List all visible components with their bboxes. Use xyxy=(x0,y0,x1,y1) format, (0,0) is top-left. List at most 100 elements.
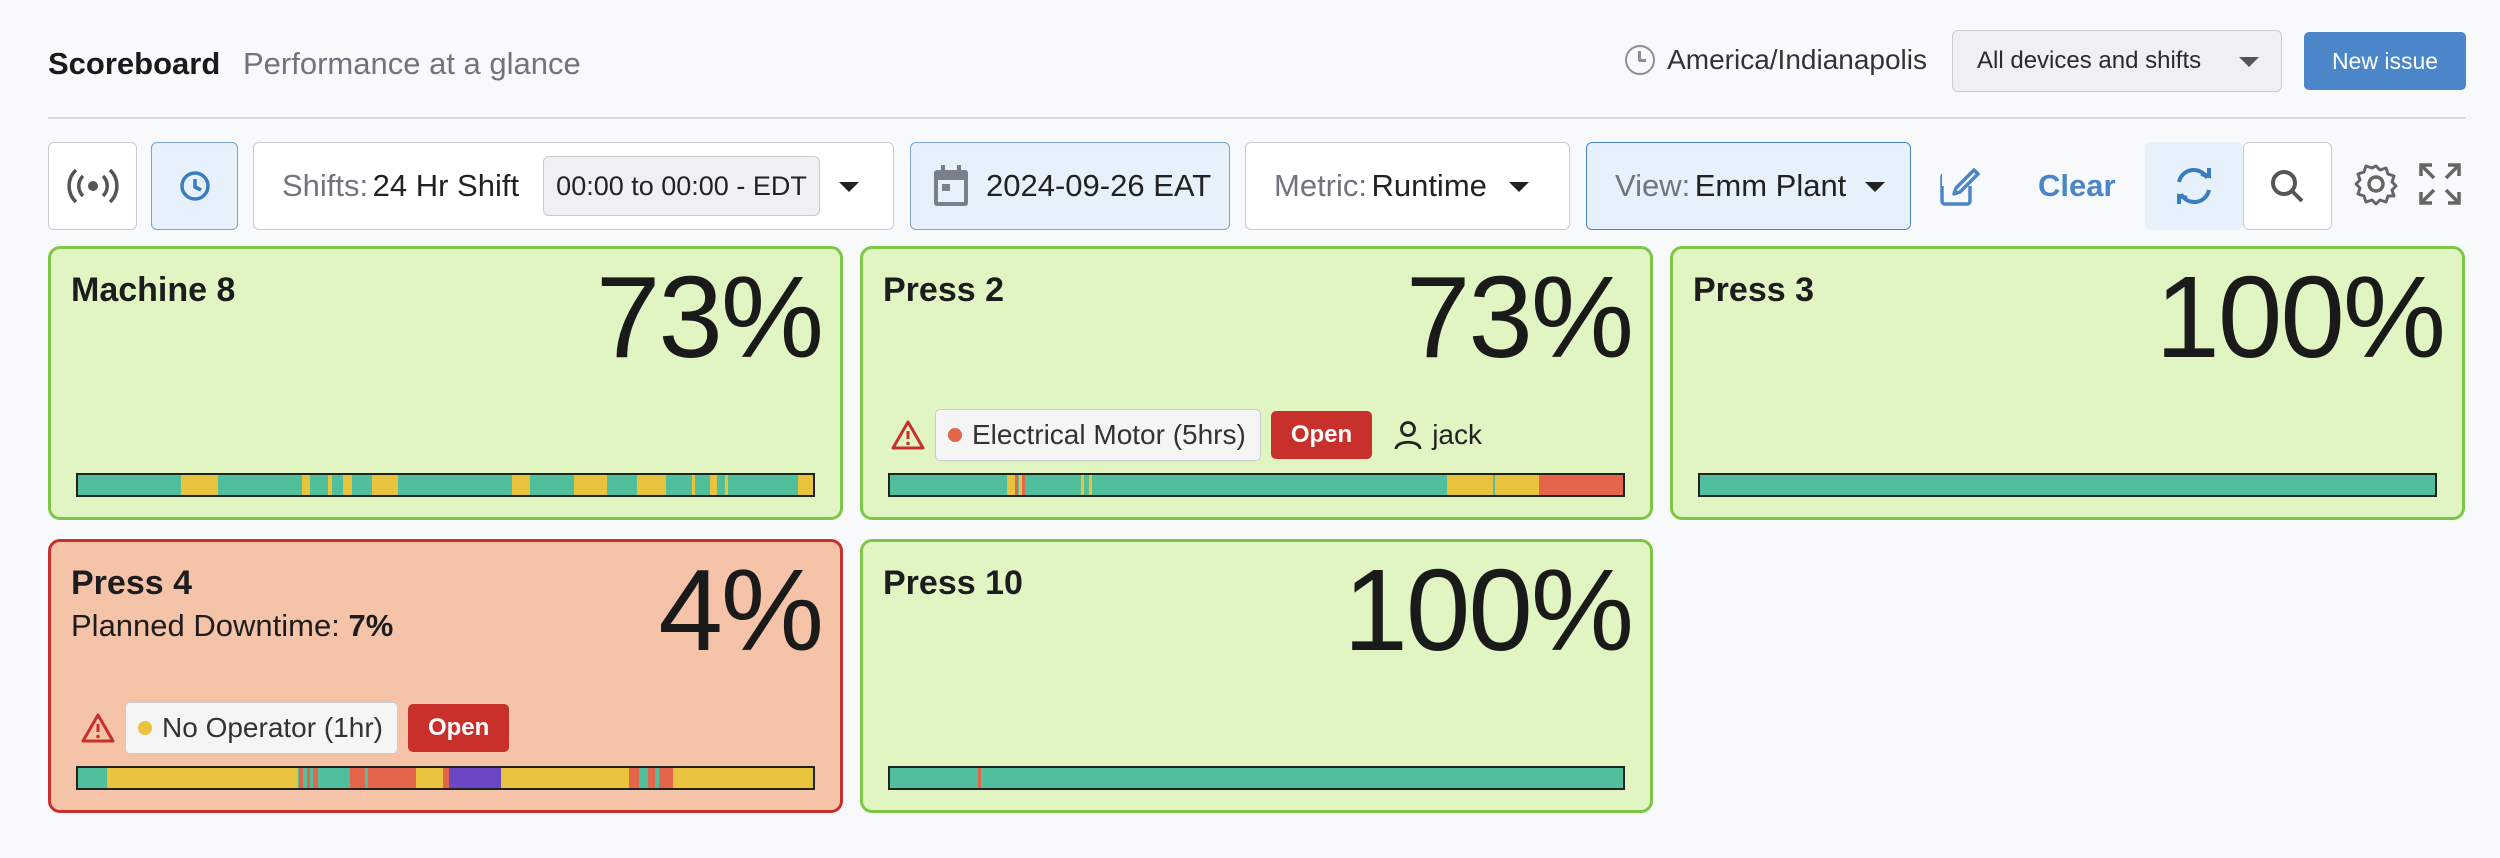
issue-status-dot xyxy=(138,721,152,735)
metric-label: Metric: xyxy=(1274,168,1367,203)
chevron-down-icon xyxy=(1865,182,1885,192)
device-filter-select[interactable]: All devices and shifts xyxy=(1952,30,2282,92)
metric-selector[interactable]: Metric: Runtime xyxy=(1245,142,1570,230)
timeline-segment-idle xyxy=(302,475,310,495)
issue-status-dot xyxy=(948,428,962,442)
timeline-segment-idle xyxy=(500,768,630,788)
warning-icon xyxy=(891,420,925,450)
new-issue-button[interactable]: New issue xyxy=(2304,32,2466,90)
timezone-display[interactable]: America/Indianapolis xyxy=(1625,44,1927,76)
planned-downtime: Planned Downtime: 7% xyxy=(71,608,393,644)
broadcast-button[interactable] xyxy=(48,142,137,230)
timeline-segment-idle xyxy=(798,475,813,495)
refresh-button[interactable] xyxy=(2145,142,2243,230)
machine-card[interactable]: Press 3 100% xyxy=(1670,246,2465,520)
planned-downtime-value: 7% xyxy=(348,608,394,643)
user-icon xyxy=(1394,421,1422,450)
history-toggle-button[interactable] xyxy=(151,142,238,230)
runtime-timeline xyxy=(76,473,815,497)
issue-assignee: jack xyxy=(1394,419,1482,451)
issue-text: No Operator (1hr) xyxy=(162,712,383,743)
broadcast-icon xyxy=(67,168,119,204)
timeline-segment-idle xyxy=(636,475,666,495)
shift-time-range[interactable]: 00:00 to 00:00 - EDT xyxy=(543,156,820,216)
date-value: 2024-09-26 xyxy=(986,168,1145,203)
timeline-segment-idle xyxy=(724,475,729,495)
timeline-segment-planned xyxy=(449,768,501,788)
timeline-segment-idle xyxy=(1494,475,1539,495)
clear-button[interactable]: Clear xyxy=(2038,142,2116,230)
timeline-segment-down xyxy=(1538,475,1623,495)
shifts-value: 24 Hr Shift xyxy=(372,168,520,203)
chevron-down-icon xyxy=(1509,182,1529,192)
runtime-value: 4% xyxy=(658,545,824,675)
warning-icon xyxy=(81,713,115,743)
timeline-segment-idle xyxy=(416,768,444,788)
runtime-timeline xyxy=(76,766,815,790)
machine-card[interactable]: Press 4 Planned Downtime: 7% 4% No Opera… xyxy=(48,539,843,813)
machine-name: Press 3 xyxy=(1693,271,1814,309)
date-timezone: EAT xyxy=(1153,168,1212,203)
calendar-icon xyxy=(934,165,968,206)
gear-icon[interactable] xyxy=(2354,162,2398,206)
timeline-segment-down xyxy=(1021,475,1025,495)
chevron-down-icon xyxy=(2239,57,2259,67)
machine-card[interactable]: Machine 8 73% xyxy=(48,246,843,520)
device-filter-value: All devices and shifts xyxy=(1977,47,2202,74)
runtime-timeline xyxy=(1698,473,2437,497)
issue-status-badge: Open xyxy=(1270,411,1373,459)
runtime-value: 73% xyxy=(595,252,824,382)
runtime-value: 100% xyxy=(2155,252,2446,382)
machine-name: Press 4 xyxy=(71,564,192,602)
edit-icon[interactable] xyxy=(1938,166,1980,208)
timeline-segment-down xyxy=(313,768,318,788)
issue-pill[interactable]: Electrical Motor (5hrs) xyxy=(935,409,1261,461)
view-selector[interactable]: View: Emm Plant xyxy=(1586,142,1911,230)
clock-icon xyxy=(180,171,210,201)
machine-card[interactable]: Press 10 100% xyxy=(860,539,1653,813)
timeline-segment-down xyxy=(386,768,417,788)
search-button[interactable] xyxy=(2243,142,2332,230)
timeline-segment-idle xyxy=(107,768,299,788)
timeline-segment-down xyxy=(629,768,639,788)
timeline-segment-down xyxy=(307,768,311,788)
timeline-segment-down xyxy=(368,768,387,788)
issue-text: Electrical Motor (5hrs) xyxy=(972,419,1246,450)
timeline-segment-idle xyxy=(1491,475,1493,495)
timeline-segment-idle xyxy=(710,475,718,495)
page-subtitle: Performance at a glance xyxy=(243,46,581,81)
issue-row[interactable]: No Operator (1hr) Open xyxy=(81,702,510,754)
search-icon xyxy=(2271,170,2304,203)
timeline-segment-down xyxy=(298,768,303,788)
timeline-segment-down xyxy=(349,768,365,788)
runtime-value: 73% xyxy=(1405,252,1634,382)
timeline-segment-idle xyxy=(1007,475,1015,495)
shift-selector[interactable]: Shifts: 24 Hr Shift 00:00 to 00:00 - EDT xyxy=(253,142,894,230)
timeline-segment-idle xyxy=(1089,475,1093,495)
machine-name: Press 10 xyxy=(883,564,1023,602)
fullscreen-icon[interactable] xyxy=(2418,162,2462,206)
issue-row[interactable]: Electrical Motor (5hrs) Open jack xyxy=(891,409,1482,461)
timeline-segment-idle xyxy=(1080,475,1085,495)
page-header: Scoreboard Performance at a glance Ameri… xyxy=(48,30,2466,92)
shifts-label: Shifts: xyxy=(282,168,369,203)
timezone-label: America/Indianapolis xyxy=(1667,44,1927,75)
chevron-down-icon xyxy=(839,182,859,192)
header-divider xyxy=(48,117,2466,119)
machine-name: Press 2 xyxy=(883,271,1004,309)
timeline-segment-idle xyxy=(574,475,608,495)
timeline-segment-idle xyxy=(372,475,398,495)
view-value: Emm Plant xyxy=(1694,168,1847,203)
timeline-segment-down xyxy=(647,768,655,788)
issue-pill[interactable]: No Operator (1hr) xyxy=(125,702,398,754)
metric-value: Runtime xyxy=(1371,168,1487,203)
timeline-segment-idle xyxy=(691,475,696,495)
date-picker[interactable]: 2024-09-26 EAT xyxy=(910,142,1230,230)
refresh-icon xyxy=(2177,167,2211,205)
timeline-segment-idle xyxy=(342,475,353,495)
page-title: Scoreboard xyxy=(48,46,221,81)
assignee-name: jack xyxy=(1432,419,1482,450)
machine-card[interactable]: Press 2 73% Electrical Motor (5hrs) Open… xyxy=(860,246,1653,520)
timeline-segment-down xyxy=(1014,475,1018,495)
timeline-segment-down xyxy=(977,768,981,788)
